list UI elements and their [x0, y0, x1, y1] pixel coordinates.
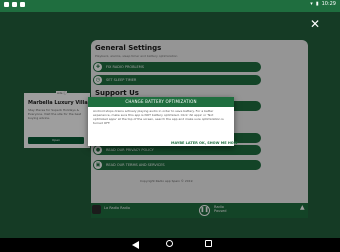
status-bar: ▾ ▮ 10:29: [0, 0, 340, 12]
notification-icon: [20, 2, 25, 7]
status-right: ▾ ▮ 10:29: [310, 1, 336, 7]
wifi-icon: ▾: [310, 1, 313, 7]
back-icon[interactable]: [132, 241, 139, 249]
home-icon[interactable]: [166, 240, 173, 247]
ok-show-me-how-button[interactable]: OK, SHOW ME HOW: [199, 141, 238, 145]
maybe-later-button[interactable]: MAYBE LATER: [171, 141, 198, 145]
screen: ▾ ▮ 10:29 Ads ⓘ Marbella Luxury Villas S…: [0, 0, 340, 252]
notification-icon: [12, 2, 17, 7]
battery-optimization-dialog: CHANGE BATTERY OPTIMIZATION Android stop…: [88, 97, 234, 146]
status-time: 10:29: [321, 1, 336, 7]
notification-icons: [4, 2, 25, 7]
close-icon[interactable]: ✕: [310, 18, 320, 30]
dialog-title: CHANGE BATTERY OPTIMIZATION: [88, 97, 234, 107]
battery-icon: ▮: [315, 1, 319, 7]
notification-icon: [4, 2, 9, 7]
recent-apps-icon[interactable]: [205, 240, 212, 247]
dialog-body: Android stops drains actively playing au…: [93, 109, 224, 125]
